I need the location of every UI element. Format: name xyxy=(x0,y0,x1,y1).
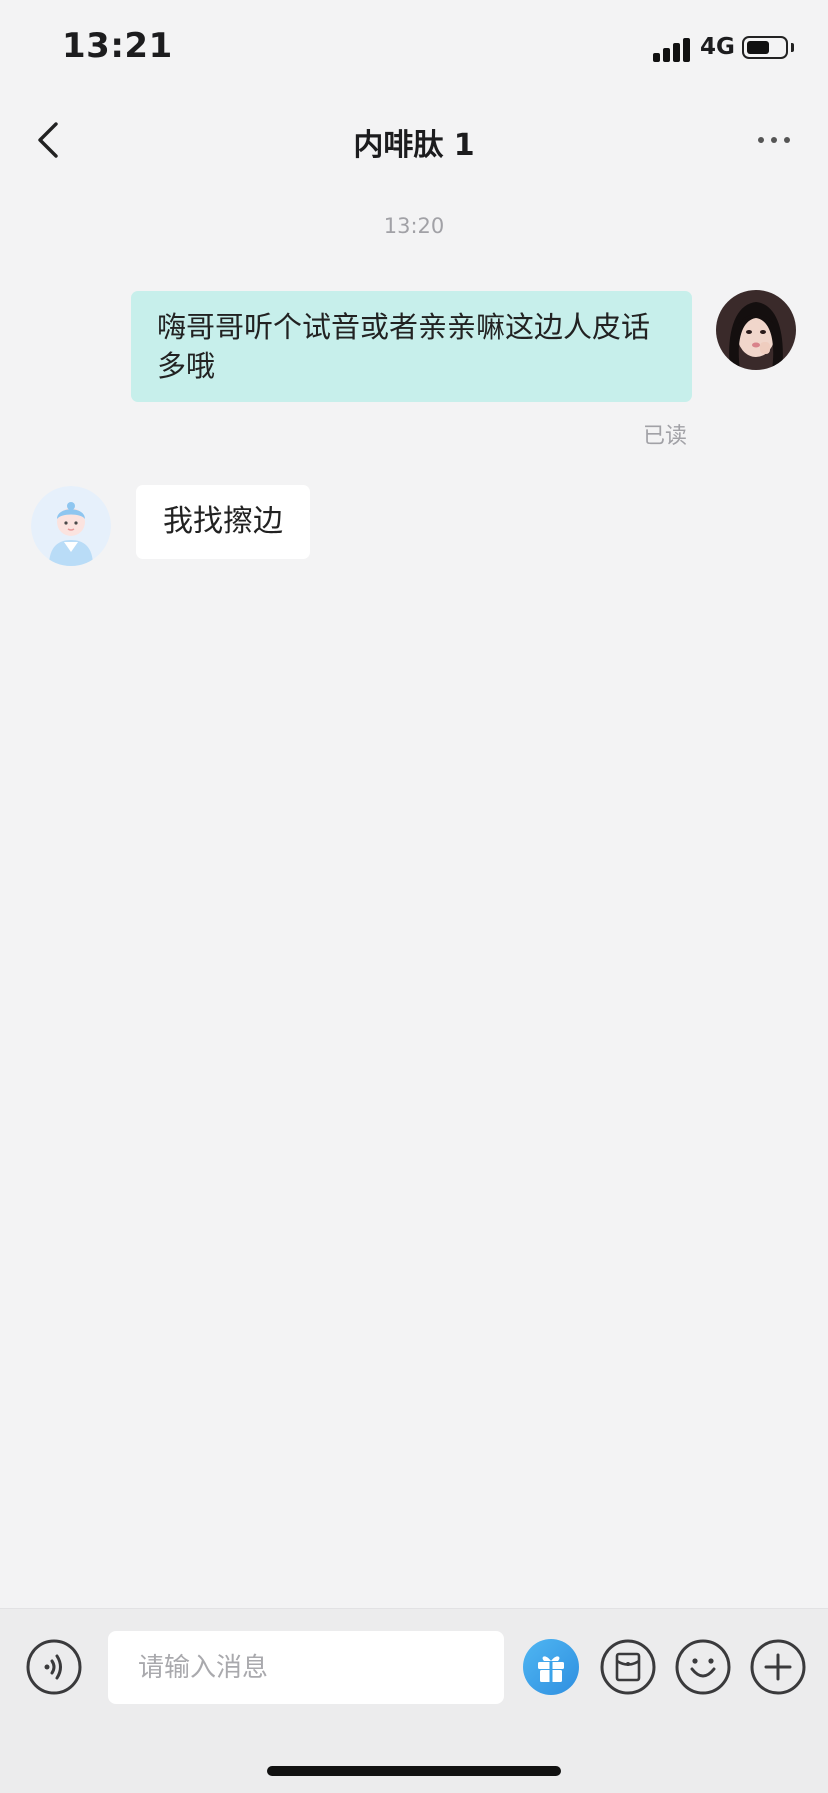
status-time: 13:21 xyxy=(62,26,173,66)
battery-icon xyxy=(742,36,788,59)
red-packet-icon xyxy=(600,1639,656,1695)
contact-avatar[interactable] xyxy=(31,486,111,566)
gift-button[interactable] xyxy=(523,1639,579,1695)
battery-tip xyxy=(791,43,794,52)
message-timestamp: 13:20 xyxy=(383,214,445,238)
read-status: 已读 xyxy=(643,424,688,449)
outgoing-message-bubble[interactable]: 嗨哥哥听个试音或者亲亲嘛这边人皮话多哦 xyxy=(131,291,692,402)
more-dots-icon xyxy=(758,137,790,143)
red-packet-button[interactable] xyxy=(600,1639,656,1695)
signal-icon xyxy=(653,36,693,62)
voice-button[interactable] xyxy=(26,1639,82,1695)
voice-icon xyxy=(26,1639,82,1695)
add-button[interactable] xyxy=(750,1639,806,1695)
message-input[interactable] xyxy=(108,1631,504,1704)
more-button[interactable] xyxy=(748,112,804,168)
emoji-button[interactable] xyxy=(675,1639,731,1695)
chat-header: 内啡肽 1 xyxy=(0,100,828,180)
avatar-photo-icon xyxy=(716,290,796,370)
my-avatar[interactable] xyxy=(716,290,796,370)
chat-title: 内啡肽 1 xyxy=(353,128,475,163)
status-bar: 13:21 4G xyxy=(0,0,828,100)
gift-icon xyxy=(523,1639,579,1695)
home-indicator[interactable] xyxy=(267,1766,561,1776)
network-type: 4G xyxy=(700,34,735,60)
plus-icon xyxy=(750,1639,806,1695)
emoji-icon xyxy=(675,1639,731,1695)
incoming-message-bubble[interactable]: 我找擦边 xyxy=(136,485,310,559)
default-user-avatar-icon xyxy=(31,486,111,566)
